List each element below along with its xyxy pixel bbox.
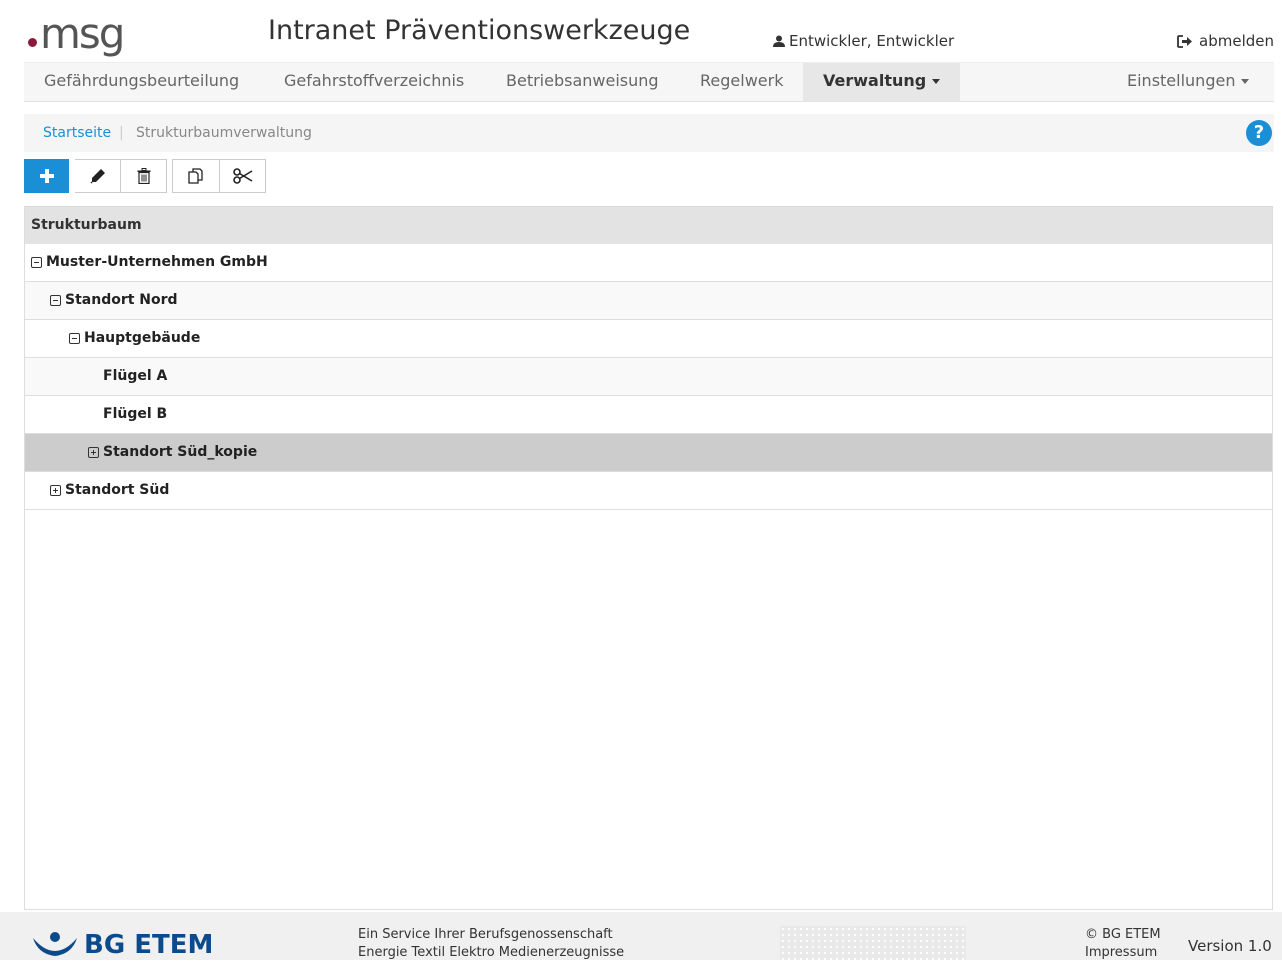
- user-name: Entwickler, Entwickler: [789, 32, 955, 50]
- tree-node-label: Standort Süd: [65, 482, 170, 498]
- footer-links: © BG ETEM Impressum: [1085, 926, 1161, 962]
- breadcrumb-home-link[interactable]: Startseite: [43, 114, 111, 152]
- tree-row[interactable]: Hauptgebäude: [25, 320, 1272, 358]
- tree-row-selected[interactable]: Standort Süd_kopie: [25, 434, 1272, 472]
- version-label: Version 1.0: [1188, 937, 1272, 955]
- logo-dot: [28, 38, 37, 47]
- nav-item-gefaehrdungsbeurteilung[interactable]: Gefährdungsbeurteilung: [44, 63, 239, 101]
- scissors-icon: [232, 168, 252, 184]
- trash-icon: [137, 168, 150, 184]
- current-user: Entwickler, Entwickler: [773, 32, 954, 50]
- breadcrumb: Startseite | Strukturbaumverwaltung ?: [24, 114, 1274, 152]
- tree-toolbar: [24, 159, 266, 195]
- add-node-button[interactable]: [24, 159, 69, 193]
- edit-node-button[interactable]: [75, 159, 121, 193]
- tree-row[interactable]: Muster-Unternehmen GmbH: [25, 244, 1272, 282]
- tree-row[interactable]: Flügel B: [25, 396, 1272, 434]
- app-header: msg Intranet Präventionswerkzeuge Entwic…: [0, 0, 1282, 62]
- logout-link[interactable]: abmelden: [1177, 32, 1274, 50]
- tree-row[interactable]: Flügel A: [25, 358, 1272, 396]
- collapse-icon[interactable]: [69, 333, 80, 344]
- logout-label: abmelden: [1199, 32, 1274, 50]
- page-footer: BG ETEM Ein Service Ihrer Berufsgenossen…: [0, 912, 1282, 960]
- tree-row[interactable]: Standort Süd: [25, 472, 1272, 510]
- user-icon: [773, 35, 785, 47]
- tree-node-label: Muster-Unternehmen GmbH: [46, 254, 268, 270]
- plus-icon: [39, 169, 54, 183]
- nav-item-einstellungen[interactable]: Einstellungen: [1127, 63, 1250, 101]
- structure-tree: Strukturbaum Muster-Unternehmen GmbH Sta…: [24, 206, 1273, 910]
- nav-item-gefahrstoffverzeichnis[interactable]: Gefahrstoffverzeichnis: [284, 63, 464, 101]
- tree-node-label: Standort Süd_kopie: [103, 444, 258, 460]
- main-nav: Gefährdungsbeurteilung Gefahrstoffverzei…: [24, 62, 1274, 102]
- service-text: Ein Service Ihrer Berufsgenossenschaft E…: [358, 926, 624, 962]
- bg-etem-logo-icon: [33, 932, 77, 956]
- pencil-icon: [89, 169, 105, 184]
- tree-node-label: Flügel A: [103, 368, 168, 384]
- bg-etem-logo-text: BG ETEM: [84, 930, 214, 960]
- tree-node-label: Standort Nord: [65, 292, 178, 308]
- impressum-link[interactable]: Impressum: [1085, 944, 1161, 962]
- logo-text: msg: [40, 9, 125, 58]
- nav-item-einstellungen-label: Einstellungen: [1127, 71, 1236, 90]
- collapse-icon[interactable]: [50, 295, 61, 306]
- cut-node-button[interactable]: [220, 159, 266, 193]
- service-line-2: Energie Textil Elektro Medienerzeugnisse: [358, 945, 625, 960]
- msg-logo: msg: [28, 9, 125, 58]
- tree-node-label: Flügel B: [103, 406, 168, 422]
- chevron-down-icon: [1241, 79, 1250, 84]
- tree-node-label: Hauptgebäude: [84, 330, 201, 346]
- copy-icon: [188, 168, 203, 184]
- nav-item-verwaltung[interactable]: Verwaltung: [803, 63, 961, 101]
- chevron-down-icon: [932, 79, 941, 84]
- help-icon[interactable]: ?: [1246, 120, 1272, 146]
- service-line-1: Ein Service Ihrer Berufsgenossenschaft: [358, 927, 613, 942]
- logout-icon: [1177, 34, 1193, 48]
- bg-etem-logo: BG ETEM: [32, 930, 213, 960]
- expand-icon[interactable]: [88, 447, 99, 458]
- nav-item-regelwerk[interactable]: Regelwerk: [700, 63, 783, 101]
- breadcrumb-separator: |: [119, 125, 124, 141]
- copy-node-button[interactable]: [172, 159, 220, 193]
- delete-node-button[interactable]: [121, 159, 167, 193]
- collapse-icon[interactable]: [31, 257, 42, 268]
- tree-row[interactable]: Standort Nord: [25, 282, 1272, 320]
- breadcrumb-current: Strukturbaumverwaltung: [136, 125, 312, 141]
- app-title: Intranet Präventionswerkzeuge: [268, 15, 691, 46]
- tree-header: Strukturbaum: [25, 207, 1272, 244]
- nav-item-verwaltung-label: Verwaltung: [823, 71, 927, 90]
- nav-item-betriebsanweisung[interactable]: Betriebsanweisung: [506, 63, 659, 101]
- copyright-text: © BG ETEM: [1085, 927, 1161, 942]
- decorative-dot-pattern: [780, 926, 966, 960]
- expand-icon[interactable]: [50, 485, 61, 496]
